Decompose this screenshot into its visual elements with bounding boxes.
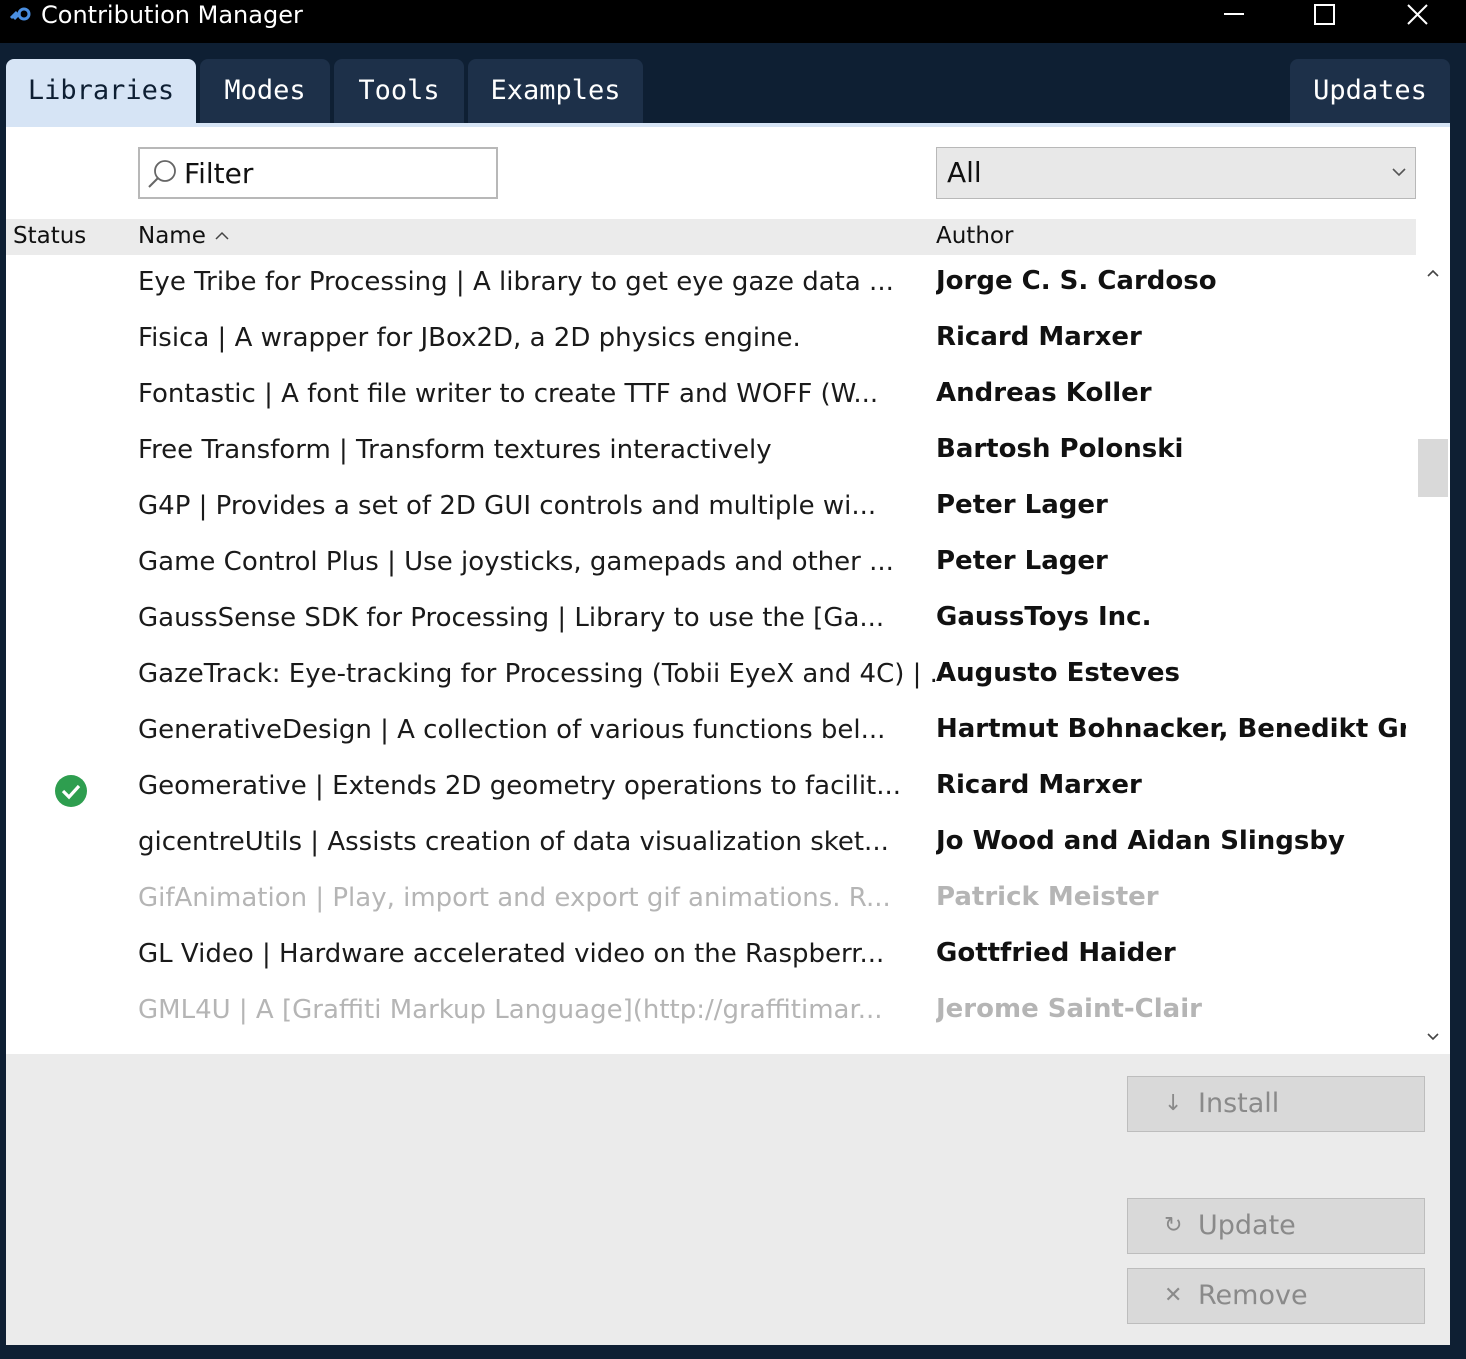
install-label: Install	[1198, 1088, 1280, 1119]
tab-libraries[interactable]: Libraries	[6, 59, 196, 123]
library-list: Eye Tribe for Processing | A library to …	[6, 257, 1416, 1054]
library-author: Bartosh Polonski	[936, 434, 1184, 464]
table-row[interactable]: Game Control Plus | Use joysticks, gamep…	[6, 537, 1416, 593]
table-row[interactable]: GazeTrack: Eye-tracking for Processing (…	[6, 649, 1416, 705]
library-name: gicentreUtils | Assists creation of data…	[138, 827, 889, 857]
filter-input[interactable]	[184, 155, 484, 191]
library-name: GL Video | Hardware accelerated video on…	[138, 939, 885, 969]
table-row[interactable]: GifAnimation | Play, import and export g…	[6, 873, 1416, 929]
library-name: GML4U | A [Graffiti Markup Language](htt…	[138, 995, 883, 1025]
library-name: Fisica | A wrapper for JBox2D, a 2D phys…	[138, 323, 801, 353]
close-icon	[1407, 4, 1428, 25]
refresh-icon: ↻	[1164, 1213, 1183, 1238]
tab-updates[interactable]: Updates	[1290, 59, 1450, 123]
table-row[interactable]: GL Video | Hardware accelerated video on…	[6, 929, 1416, 985]
update-label: Update	[1198, 1210, 1296, 1241]
library-author: Jorge C. S. Cardoso	[936, 266, 1217, 296]
close-button[interactable]	[1378, 0, 1458, 30]
category-dropdown[interactable]: All	[936, 147, 1416, 199]
table-row[interactable]: Fontastic | A font file writer to create…	[6, 369, 1416, 425]
tab-tools[interactable]: Tools	[334, 59, 464, 123]
table-row[interactable]: G4P | Provides a set of 2D GUI controls …	[6, 481, 1416, 537]
library-name: GaussSense SDK for Processing | Library …	[138, 603, 885, 633]
remove-button[interactable]: ✕ Remove	[1127, 1268, 1425, 1324]
minimize-button[interactable]	[1194, 0, 1274, 30]
tab-modes[interactable]: Modes	[200, 59, 330, 123]
table-row[interactable]: Geomerative | Extends 2D geometry operat…	[6, 761, 1416, 817]
scroll-up-icon[interactable]	[1425, 265, 1441, 281]
library-name: Fontastic | A font file writer to create…	[138, 379, 879, 409]
library-author: Hartmut Bohnacker, Benedikt Gr...	[936, 714, 1406, 744]
library-author: Jerome Saint-Clair	[936, 994, 1202, 1024]
tab-examples[interactable]: Examples	[468, 59, 643, 123]
column-name[interactable]: Name	[138, 223, 206, 249]
chevron-down-icon	[1392, 168, 1406, 177]
library-author: Peter Lager	[936, 546, 1108, 576]
table-row[interactable]: Eye Tribe for Processing | A library to …	[6, 257, 1416, 313]
maximize-button[interactable]	[1285, 0, 1365, 30]
library-author: Peter Lager	[936, 490, 1108, 520]
table-row[interactable]: GenerativeDesign | A collection of vario…	[6, 705, 1416, 761]
scroll-down-icon[interactable]	[1425, 1029, 1441, 1045]
library-name: GazeTrack: Eye-tracking for Processing (…	[138, 659, 938, 689]
library-name: Geomerative | Extends 2D geometry operat…	[138, 771, 902, 801]
library-author: Jo Wood and Aidan Slingsby	[936, 826, 1345, 856]
x-icon: ✕	[1164, 1283, 1183, 1308]
table-row[interactable]: GML4U | A [Graffiti Markup Language](htt…	[6, 985, 1416, 1041]
update-button[interactable]: ↻ Update	[1127, 1198, 1425, 1254]
app-logo-icon	[9, 7, 31, 21]
library-name: Eye Tribe for Processing | A library to …	[138, 267, 894, 297]
column-author[interactable]: Author	[936, 223, 1013, 249]
library-name: G4P | Provides a set of 2D GUI controls …	[138, 491, 877, 521]
library-author: Gottfried Haider	[936, 938, 1176, 968]
vertical-scrollbar[interactable]	[1416, 255, 1450, 1054]
table-row[interactable]: Free Transform | Transform textures inte…	[6, 425, 1416, 481]
column-status[interactable]: Status	[13, 223, 86, 249]
window-title: Contribution Manager	[41, 1, 303, 29]
library-author: Patrick Meister	[936, 882, 1159, 912]
table-row[interactable]: gicentreUtils | Assists creation of data…	[6, 817, 1416, 873]
table-row[interactable]: GaussSense SDK for Processing | Library …	[6, 593, 1416, 649]
table-header: Status Name Author	[6, 219, 1416, 255]
library-author: Ricard Marxer	[936, 770, 1142, 800]
filter-box[interactable]	[138, 147, 498, 199]
library-name: GenerativeDesign | A collection of vario…	[138, 715, 886, 745]
table-row[interactable]: Fisica | A wrapper for JBox2D, a 2D phys…	[6, 313, 1416, 369]
library-author: Ricard Marxer	[936, 322, 1142, 352]
sort-ascending-icon	[215, 231, 229, 240]
download-arrow-icon: ↓	[1164, 1091, 1183, 1116]
maximize-icon	[1314, 4, 1335, 25]
remove-label: Remove	[1198, 1280, 1308, 1311]
library-author: GaussToys Inc.	[936, 602, 1152, 632]
scroll-thumb[interactable]	[1418, 439, 1448, 497]
installed-check-icon	[55, 775, 87, 807]
library-name: Free Transform | Transform textures inte…	[138, 435, 772, 465]
title-bar: Contribution Manager	[0, 0, 1466, 43]
search-icon	[148, 160, 176, 188]
install-button[interactable]: ↓ Install	[1127, 1076, 1425, 1132]
minimize-icon	[1224, 13, 1244, 15]
library-name: GifAnimation | Play, import and export g…	[138, 883, 891, 913]
library-author: Augusto Esteves	[936, 658, 1180, 688]
library-name: Game Control Plus | Use joysticks, gamep…	[138, 547, 894, 577]
library-author: Andreas Koller	[936, 378, 1152, 408]
category-selected: All	[947, 156, 982, 189]
